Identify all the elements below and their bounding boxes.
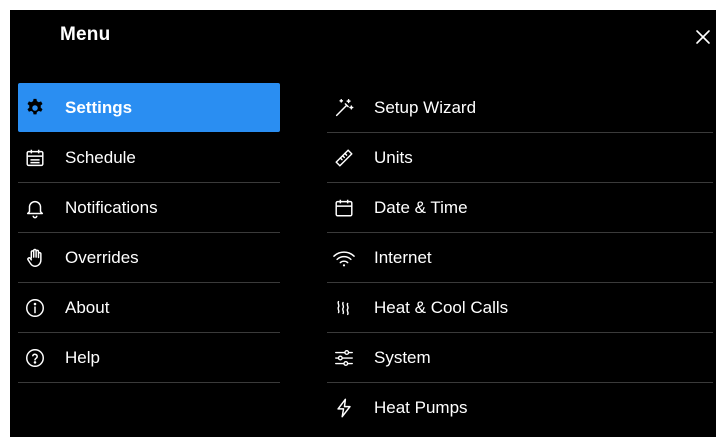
submenu-item-label: Heat & Cool Calls [374,297,509,317]
bell-icon [22,195,48,221]
lightning-icon [331,395,357,421]
menu-item-label: About [65,297,110,317]
hand-icon [22,245,48,271]
submenu-item-system[interactable]: System [327,333,713,383]
close-icon [696,30,710,44]
calendar-grid-icon [22,145,48,171]
main-menu: Settings Schedule Notifications Override… [18,83,280,383]
settings-submenu: Setup Wizard Units Date & Time Internet … [327,83,713,433]
ruler-icon [331,145,357,171]
submenu-item-label: Setup Wizard [374,97,477,117]
submenu-item-date-time[interactable]: Date & Time [327,183,713,233]
menu-item-schedule[interactable]: Schedule [18,133,280,183]
menu-item-label: Help [65,347,100,367]
gear-icon [22,95,48,121]
magic-wand-icon [331,95,357,121]
menu-item-help[interactable]: Help [18,333,280,383]
menu-item-label: Overrides [65,247,139,267]
sliders-icon [331,345,357,371]
menu-item-overrides[interactable]: Overrides [18,233,280,283]
submenu-item-label: Units [374,147,413,167]
submenu-item-label: System [374,347,431,367]
submenu-item-label: Date & Time [374,197,468,217]
submenu-item-internet[interactable]: Internet [327,233,713,283]
menu-item-label: Schedule [65,147,136,167]
calendar-icon [331,195,357,221]
page-title: Menu [60,24,111,45]
menu-item-settings[interactable]: Settings [18,83,280,132]
submenu-item-setup-wizard[interactable]: Setup Wizard [327,83,713,133]
submenu-item-heat-cool-calls[interactable]: Heat & Cool Calls [327,283,713,333]
menu-item-label: Notifications [65,197,158,217]
heat-waves-icon [331,295,357,321]
submenu-item-label: Heat Pumps [374,398,468,417]
info-icon [22,295,48,321]
menu-item-notifications[interactable]: Notifications [18,183,280,233]
menu-item-about[interactable]: About [18,283,280,333]
menu-item-label: Settings [65,97,133,117]
help-icon [22,345,48,371]
close-button[interactable] [694,28,712,46]
submenu-item-heat-pumps[interactable]: Heat Pumps [327,383,713,433]
submenu-item-units[interactable]: Units [327,133,713,183]
menu-screen: Menu Settings Schedule Notifications Ove… [10,10,716,437]
submenu-item-label: Internet [374,247,432,267]
wifi-icon [331,245,357,271]
